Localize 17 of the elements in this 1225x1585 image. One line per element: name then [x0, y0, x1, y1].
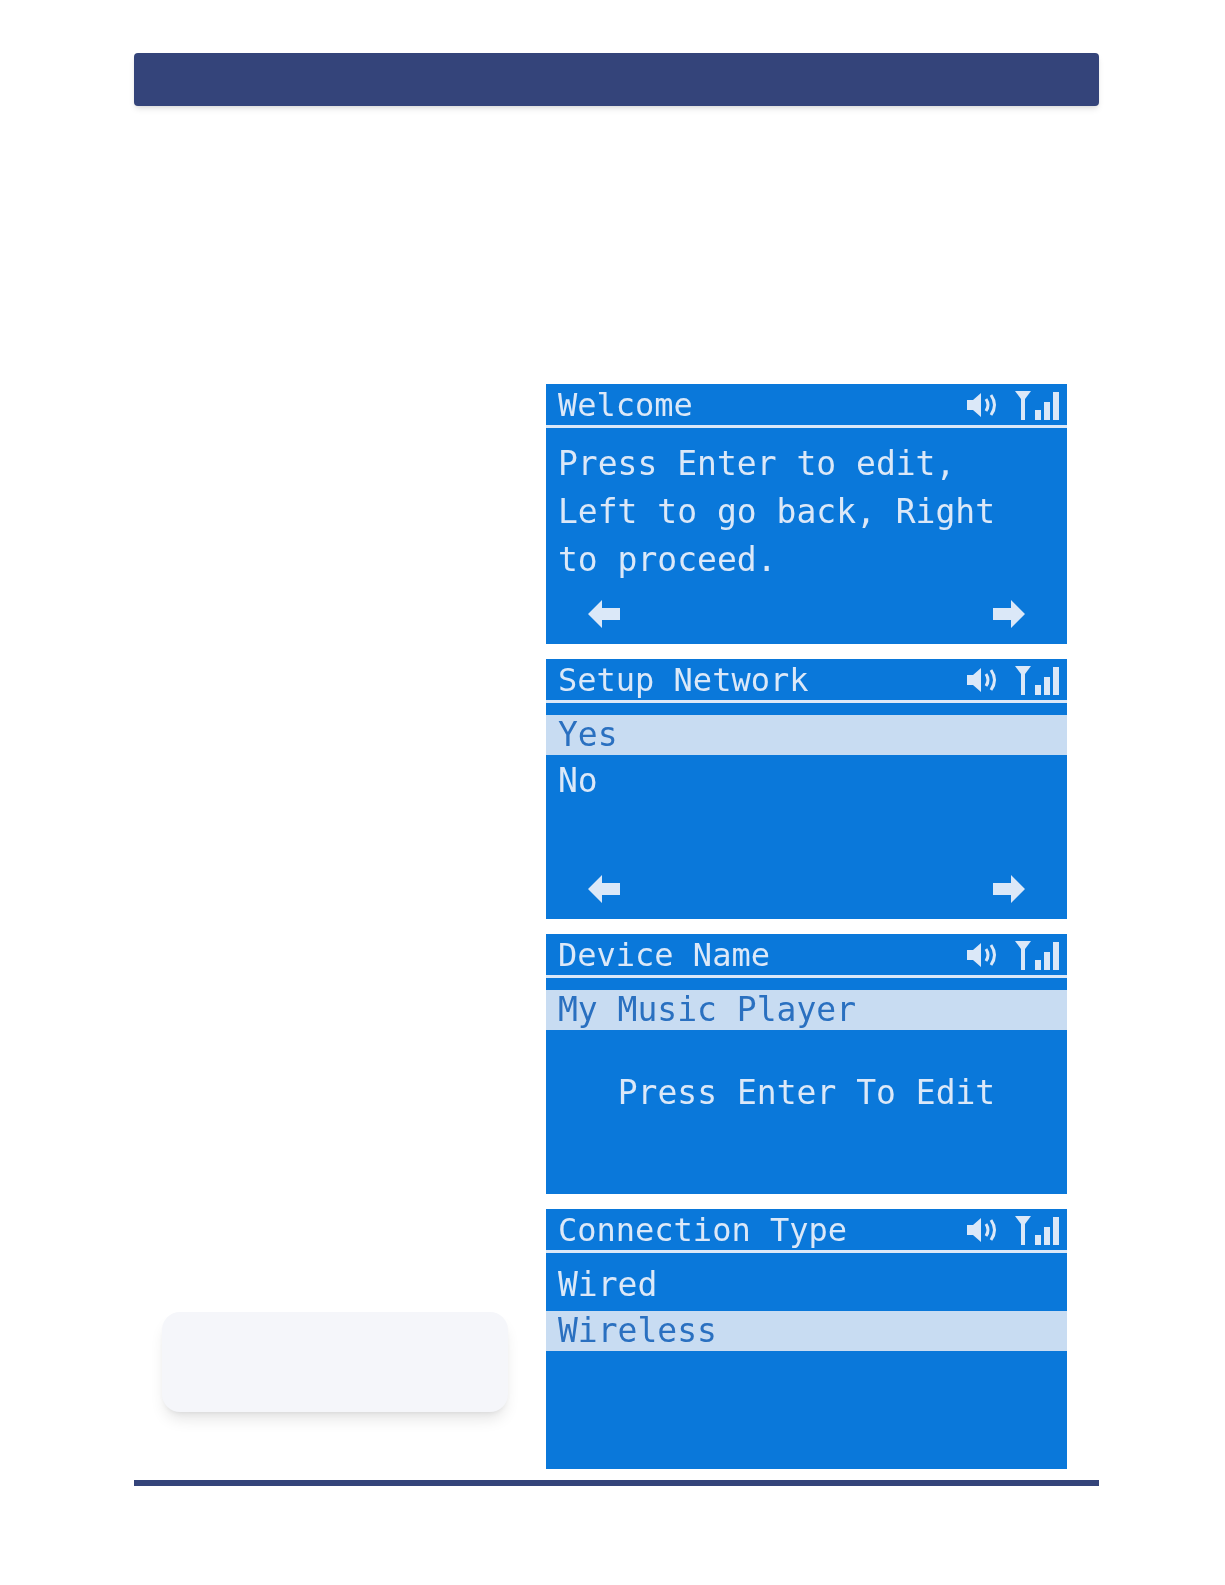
screen-title: Device Name	[558, 934, 770, 976]
menu-option[interactable]: Wired	[546, 1265, 1067, 1305]
message-text: to proceed.	[558, 539, 778, 581]
message-text: Press Enter to edit,	[558, 443, 957, 485]
menu-option[interactable]: No	[546, 761, 1067, 801]
message-text: Left to go back, Right	[558, 491, 997, 533]
left-arrow-icon	[586, 873, 622, 905]
menu-option[interactable]: Wireless	[546, 1311, 1067, 1351]
name-field[interactable]: My Music Player	[546, 990, 1067, 1030]
hint-text: Press Enter To Edit	[617, 1072, 996, 1114]
right-arrow-icon	[991, 873, 1027, 905]
right-arrow-icon	[991, 598, 1027, 630]
menu-option[interactable]: Yes	[546, 715, 1067, 755]
screen-title: Connection Type	[558, 1209, 847, 1251]
screen-title: Setup Network	[558, 659, 809, 701]
screen-title: Welcome	[558, 384, 693, 426]
left-arrow-icon	[586, 598, 622, 630]
